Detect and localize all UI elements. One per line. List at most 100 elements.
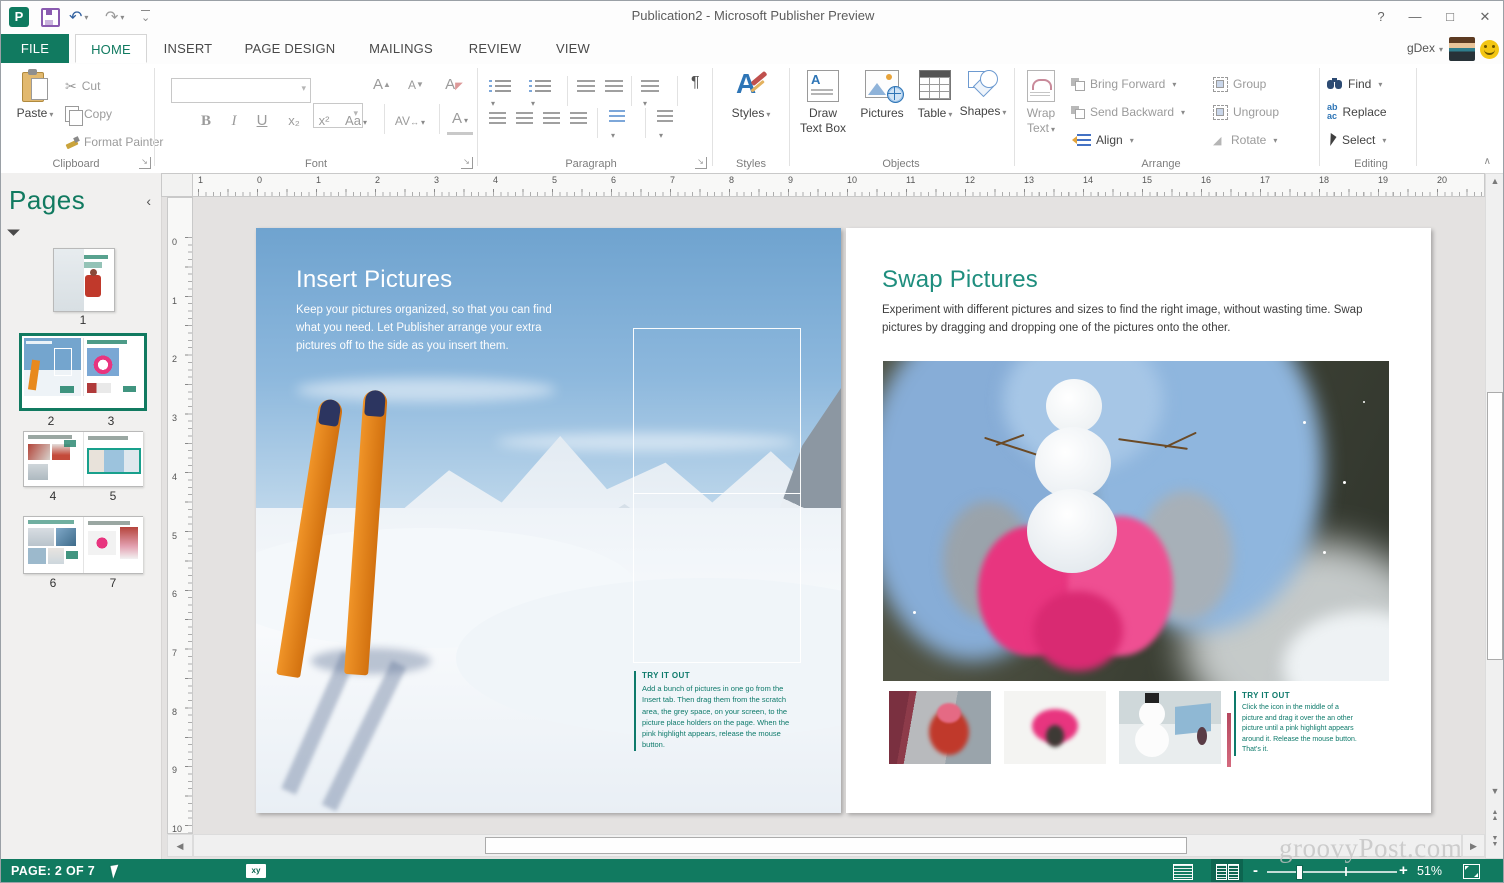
hscroll-right-arrow[interactable]: ▶	[1462, 834, 1485, 857]
vscroll-up-arrow[interactable]: ▲	[1486, 176, 1504, 186]
increase-indent-button[interactable]	[605, 80, 623, 93]
cut-button[interactable]: Cut	[65, 74, 100, 98]
swap-thumbnail-1[interactable]	[889, 691, 991, 764]
picture-placeholder-2[interactable]	[633, 493, 801, 663]
vertical-scrollbar[interactable]: ▲ ▼ ▲▲ ▼▼	[1485, 173, 1504, 859]
left-page-tryout-textbox[interactable]: TRY IT OUT Add a bunch of pictures in on…	[634, 671, 804, 751]
justify-button[interactable]	[570, 112, 587, 125]
clipboard-dialog-launcher[interactable]: ↘	[139, 157, 151, 169]
canvas-left-page[interactable]: Insert Pictures Keep your pictures organ…	[256, 228, 841, 813]
underline-button[interactable]: U	[249, 108, 275, 134]
bring-forward-button[interactable]: Bring Forward	[1071, 72, 1176, 96]
align-center-button[interactable]	[516, 112, 533, 125]
shrink-font-button[interactable]: A▼	[403, 72, 429, 98]
subscript-button[interactable]: x₂	[281, 108, 307, 134]
tab-review[interactable]: REVIEW	[451, 34, 539, 63]
collapse-pages-panel-icon[interactable]: ‹	[146, 193, 151, 209]
wrap-text-button[interactable]: Wrap Text	[1019, 70, 1063, 136]
minimize-button[interactable]: —	[1401, 5, 1429, 29]
shapes-button[interactable]: Shapes	[959, 70, 1007, 119]
pictures-button[interactable]: Pictures	[853, 70, 911, 121]
hscroll-thumb[interactable]	[485, 837, 1187, 854]
superscript-button[interactable]: x²	[311, 108, 337, 134]
snowman-main-picture[interactable]	[883, 361, 1389, 681]
replace-button[interactable]: abacReplace	[1327, 100, 1387, 124]
left-page-heading[interactable]: Insert Pictures	[296, 266, 452, 294]
format-painter-button[interactable]: Format Painter	[65, 130, 163, 154]
group-button[interactable]: Group	[1213, 72, 1266, 96]
right-page-tryout-textbox[interactable]: TRY IT OUT Click the icon in the middle …	[1234, 691, 1358, 756]
close-button[interactable]: ✕	[1471, 5, 1499, 29]
ungroup-button[interactable]: Ungroup	[1213, 100, 1279, 124]
paragraph-dialog-launcher[interactable]: ↘	[695, 157, 707, 169]
swap-thumbnail-4-sliver[interactable]	[1227, 713, 1231, 767]
page-thumbnail-2-3-selected[interactable]	[19, 333, 147, 411]
single-page-view-button[interactable]	[1173, 864, 1193, 880]
columns-button[interactable]	[641, 80, 659, 111]
bullets-button[interactable]	[489, 80, 511, 111]
align-left-button[interactable]	[489, 112, 506, 125]
fit-page-button[interactable]	[1463, 864, 1480, 879]
copy-button[interactable]: Copy	[65, 102, 112, 126]
feedback-smiley-icon[interactable]	[1480, 40, 1499, 59]
line-spacing-button[interactable]	[609, 110, 625, 143]
right-page-body-text[interactable]: Experiment with different pictures and s…	[882, 302, 1387, 338]
paste-button[interactable]: Paste	[13, 70, 57, 121]
send-backward-button[interactable]: Send Backward	[1071, 100, 1185, 124]
tab-insert[interactable]: INSERT	[151, 34, 225, 63]
tab-mailings[interactable]: MAILINGS	[355, 34, 447, 63]
horizontal-ruler[interactable]: 101234567891011121314151617181920	[193, 173, 1485, 197]
draw-text-box-button[interactable]: Draw Text Box	[797, 70, 849, 136]
font-name-combobox[interactable]	[171, 78, 311, 103]
customize-qat-button[interactable]: ⌄	[141, 6, 150, 28]
tab-home[interactable]: HOME	[75, 34, 147, 63]
canvas-right-page[interactable]: Swap Pictures Experiment with different …	[846, 228, 1431, 813]
page-thumbnail-6-7[interactable]	[23, 516, 143, 574]
page-thumbnail-4-5[interactable]	[23, 431, 143, 487]
undo-button[interactable]: ↶	[69, 6, 88, 28]
find-button[interactable]: Find	[1327, 72, 1382, 96]
tab-file[interactable]: FILE	[1, 34, 69, 63]
pages-flyout-icon[interactable]	[7, 223, 20, 236]
tab-view[interactable]: VIEW	[541, 34, 605, 63]
vscroll-down-arrow[interactable]: ▼	[1486, 786, 1504, 796]
font-color-button[interactable]: A	[447, 108, 473, 135]
rotate-button[interactable]: Rotate	[1213, 128, 1277, 152]
bold-button[interactable]: B	[193, 108, 219, 134]
vscroll-thumb[interactable]	[1487, 392, 1503, 660]
align-right-button[interactable]	[543, 112, 560, 125]
select-button[interactable]: Select	[1327, 128, 1386, 152]
decrease-indent-button[interactable]	[577, 80, 595, 93]
save-button[interactable]	[41, 6, 60, 28]
swap-thumbnail-2[interactable]	[1004, 691, 1106, 764]
collapse-ribbon-icon[interactable]: ∧	[1484, 156, 1491, 167]
hscroll-left-arrow[interactable]: ◀	[167, 834, 193, 857]
numbering-button[interactable]	[529, 80, 551, 111]
tab-page-design[interactable]: PAGE DESIGN	[229, 34, 351, 63]
picture-placeholder-1[interactable]	[633, 328, 801, 494]
clear-formatting-button[interactable]: A◤	[441, 72, 467, 100]
page-indicator[interactable]: PAGE: 2 OF 7	[11, 864, 95, 878]
right-page-heading[interactable]: Swap Pictures	[882, 266, 1038, 294]
two-page-spread-view-button[interactable]	[1211, 859, 1243, 883]
grow-font-button[interactable]: A▲	[369, 72, 395, 98]
object-position-icon[interactable]: xy	[246, 864, 266, 878]
swap-thumbnail-3[interactable]	[1119, 691, 1221, 764]
next-page-button[interactable]: ▼▼	[1486, 836, 1504, 848]
table-button[interactable]: Table	[913, 70, 957, 121]
zoom-level[interactable]: 51%	[1417, 864, 1442, 878]
left-page-body-text[interactable]: Keep your pictures organized, so that yo…	[296, 302, 558, 355]
horizontal-scrollbar[interactable]	[193, 834, 1462, 857]
previous-page-button[interactable]: ▲▲	[1486, 810, 1504, 822]
zoom-in-button[interactable]: +	[1399, 862, 1408, 879]
user-avatar[interactable]	[1449, 37, 1475, 61]
zoom-out-button[interactable]: -	[1253, 862, 1258, 879]
character-spacing-button[interactable]: AV↔	[393, 108, 427, 136]
font-dialog-launcher[interactable]: ↘	[461, 157, 473, 169]
align-button[interactable]: Align	[1071, 128, 1134, 152]
vertical-ruler[interactable]: 012345678910	[167, 197, 193, 834]
styles-button[interactable]: Styles	[723, 70, 779, 121]
help-button[interactable]: ?	[1367, 5, 1395, 29]
special-characters-button[interactable]: ¶	[691, 74, 700, 92]
user-account-menu[interactable]: gDex	[1407, 34, 1443, 63]
